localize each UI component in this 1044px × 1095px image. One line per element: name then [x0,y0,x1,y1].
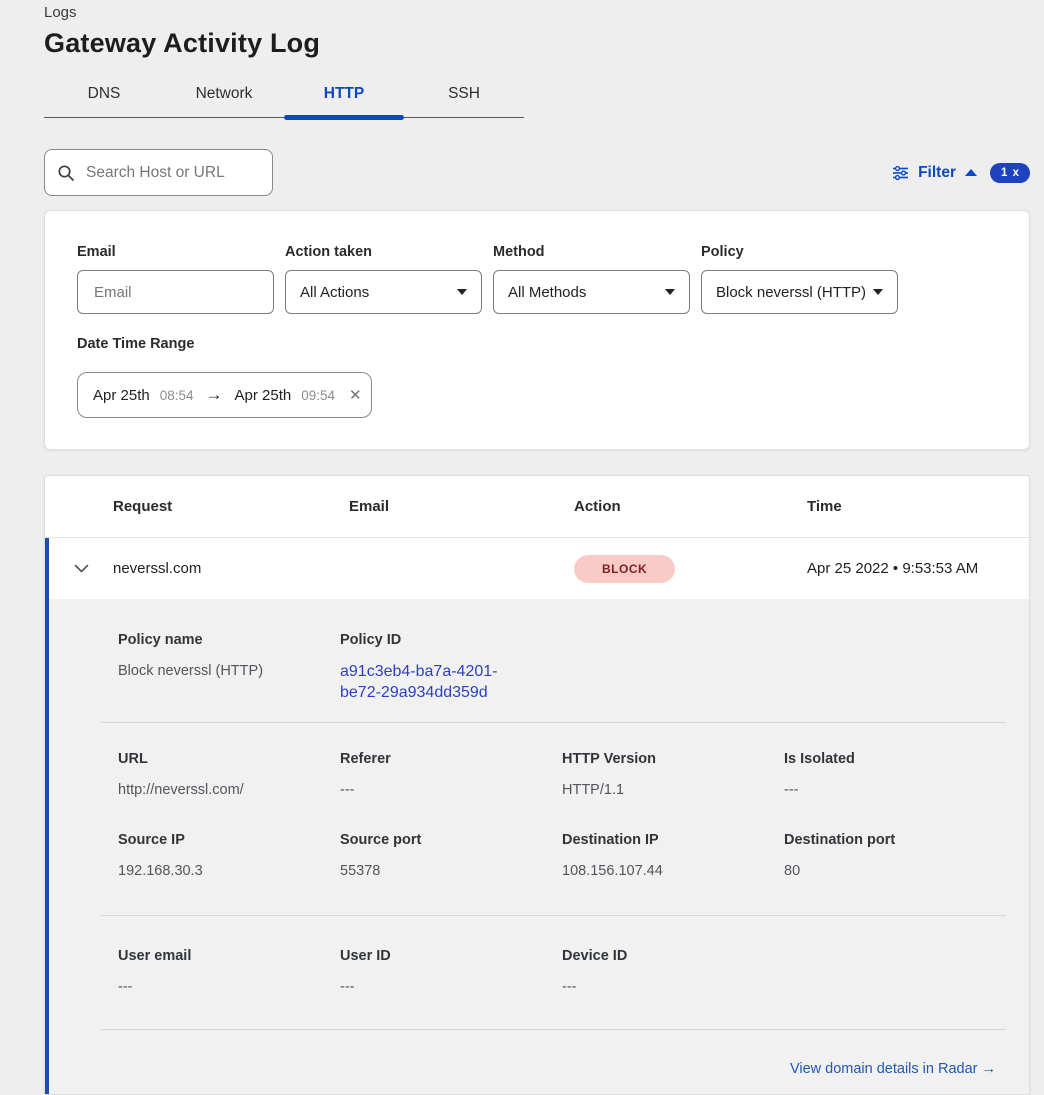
referer-label: Referer [340,751,562,767]
row-request: neverssl.com [113,560,349,577]
tab-bar: DNS Network HTTP SSH [44,73,524,118]
search-icon [57,164,75,182]
column-header-time: Time [807,498,1029,515]
url-value: http://neverssl.com/ [118,780,340,801]
is-isolated-value: --- [784,780,1006,801]
method-select[interactable]: All Methods [493,270,690,314]
policy-name-label: Policy name [118,632,340,648]
action-taken-select[interactable]: All Actions [285,270,482,314]
destination-ip-value: 108.156.107.44 [562,861,784,882]
method-value: All Methods [508,284,586,301]
table-row[interactable]: neverssl.com BLOCK Apr 25 2022 • 9:53:53… [49,538,1029,599]
chevron-down-icon[interactable] [49,564,113,573]
policy-section: Policy name Block neverssl (HTTP) Policy… [49,599,1029,722]
policy-id-label: Policy ID [340,632,562,648]
email-filter-label: Email [77,244,274,260]
policy-name-cell: Policy name Block neverssl (HTTP) [118,632,340,703]
caret-down-icon [873,289,883,295]
source-port-label: Source port [340,832,562,848]
filter-sliders-icon [892,165,909,181]
log-table: Request Email Action Time neverssl.com B… [44,475,1030,1095]
filter-toggle[interactable]: Filter 1 x [892,163,1030,183]
search-box[interactable] [44,149,273,196]
user-id-value: --- [340,977,562,998]
arrow-right-icon: → [204,385,225,405]
range-end-date[interactable]: Apr 25th [235,387,292,404]
caret-up-icon [965,169,977,176]
view-in-radar-link[interactable]: View domain details in Radar → [790,1061,996,1077]
filter-field-policy: Policy Block neverssl (HTTP) [701,244,898,314]
active-tab-indicator [284,115,404,120]
range-start-date[interactable]: Apr 25th [93,387,150,404]
page-title: Gateway Activity Log [44,28,1030,59]
referer-value: --- [340,780,562,801]
policy-select[interactable]: Block neverssl (HTTP) [701,270,898,314]
policy-filter-label: Policy [701,244,898,260]
http-network-section: URL http://neverssl.com/ Referer --- HTT… [49,723,1029,915]
row-time: Apr 25 2022 • 9:53:53 AM [807,560,1029,577]
filter-label: Filter [918,164,956,182]
action-taken-value: All Actions [300,284,369,301]
datetime-range-label: Date Time Range [77,336,997,352]
radar-link-section: View domain details in Radar → [49,1030,1029,1078]
filter-field-action: Action taken All Actions [285,244,482,314]
source-port-value: 55378 [340,861,562,882]
policy-name-value: Block neverssl (HTTP) [118,661,340,682]
email-filter-input[interactable] [92,283,259,302]
filter-field-datetime: Date Time Range Apr 25th 08:54 → Apr 25t… [77,336,997,418]
toolbar: Filter 1 x [44,149,1030,196]
search-input[interactable] [84,163,260,183]
destination-port-label: Destination port [784,832,1006,848]
destination-port-value: 80 [784,861,1006,882]
tab-ssh[interactable]: SSH [404,73,524,117]
filter-panel: Email Action taken All Actions Method Al… [44,210,1030,450]
tab-http[interactable]: HTTP [284,73,404,117]
filter-count-badge[interactable]: 1 x [990,163,1030,183]
log-detail-panel: Policy name Block neverssl (HTTP) Policy… [49,599,1029,1095]
device-id-label: Device ID [562,948,784,964]
caret-down-icon [457,289,467,295]
column-header-email: Email [349,498,574,515]
source-ip-label: Source IP [118,832,340,848]
user-email-label: User email [118,948,340,964]
destination-ip-label: Destination IP [562,832,784,848]
tab-network[interactable]: Network [164,73,284,117]
caret-down-icon [665,289,675,295]
page: Logs Gateway Activity Log DNS Network HT… [0,0,1044,1095]
column-header-action: Action [574,498,807,515]
breadcrumb[interactable]: Logs [44,0,1030,21]
http-version-label: HTTP Version [562,751,784,767]
user-id-label: User ID [340,948,562,964]
table-header-row: Request Email Action Time [45,476,1029,538]
source-ip-value: 192.168.30.3 [118,861,340,882]
http-version-value: HTTP/1.1 [562,780,784,801]
range-start-time[interactable]: 08:54 [160,388,194,403]
datetime-range-picker[interactable]: Apr 25th 08:54 → Apr 25th 09:54 ✕ [77,372,372,418]
filter-field-method: Method All Methods [493,244,690,314]
action-filter-label: Action taken [285,244,482,260]
filter-field-email: Email [77,244,274,314]
range-end-time[interactable]: 09:54 [301,388,335,403]
user-email-value: --- [118,977,340,998]
close-icon[interactable]: ✕ [349,386,362,404]
policy-id-cell: Policy ID a91c3eb4-ba7a-4201-be72-29a934… [340,632,562,703]
policy-value: Block neverssl (HTTP) [716,284,866,301]
tab-dns[interactable]: DNS [44,73,164,117]
column-header-request: Request [113,498,349,515]
device-id-value: --- [562,977,784,998]
method-filter-label: Method [493,244,690,260]
is-isolated-label: Is Isolated [784,751,1006,767]
expanded-log-entry: neverssl.com BLOCK Apr 25 2022 • 9:53:53… [45,538,1029,1095]
policy-id-link[interactable]: a91c3eb4-ba7a-4201-be72-29a934dd359d [340,661,536,703]
status-badge: BLOCK [574,555,675,583]
user-section: User email --- User ID --- Device ID --- [49,916,1029,1029]
url-label: URL [118,751,340,767]
